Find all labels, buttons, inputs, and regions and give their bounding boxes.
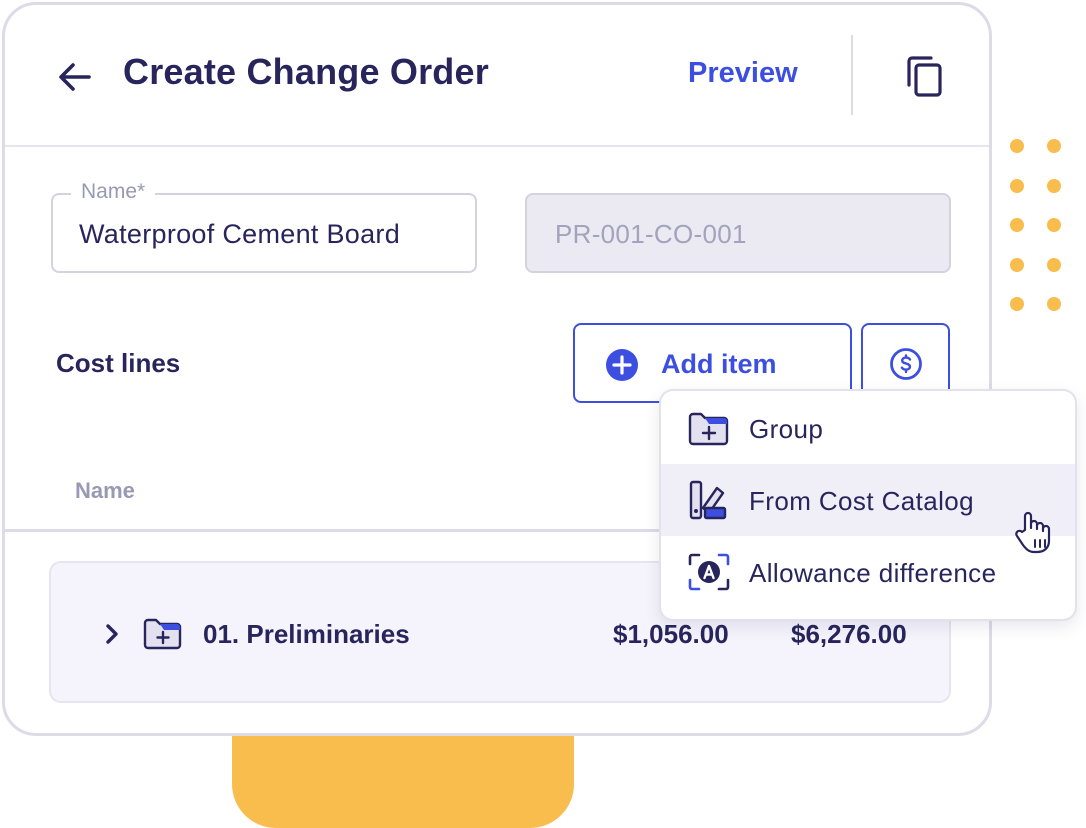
dollar-circle-icon — [890, 348, 922, 380]
copy-icon[interactable] — [905, 55, 945, 99]
arrow-left-icon[interactable] — [55, 57, 95, 97]
menu-item-from-cost-catalog-label: From Cost Catalog — [749, 486, 974, 516]
preview-link[interactable]: Preview — [688, 57, 798, 90]
cost-catalog-icon — [689, 480, 727, 520]
folder-plus-icon — [688, 412, 729, 446]
allowance-icon — [688, 553, 730, 591]
change-order-card: Create Change Order Preview Name* Waterp… — [2, 2, 992, 736]
folder-plus-icon — [143, 618, 182, 650]
change-order-code-value: PR-001-CO-001 — [555, 219, 747, 249]
group-amount-2: $6,276.00 — [791, 619, 907, 649]
chevron-right-icon[interactable] — [101, 621, 123, 647]
change-order-code-field: PR-001-CO-001 — [525, 193, 951, 273]
name-field[interactable]: Name* Waterproof Cement Board — [51, 180, 477, 273]
page-title: Create Change Order — [123, 51, 489, 92]
header-divider — [851, 35, 853, 115]
menu-item-group-label: Group — [749, 414, 824, 444]
column-header-name[interactable]: Name — [75, 478, 135, 504]
group-amount-1: $1,056.00 — [613, 619, 729, 649]
group-name: 01. Preliminaries — [203, 619, 410, 649]
card-header: Create Change Order Preview — [5, 5, 989, 147]
add-item-label: Add item — [661, 349, 777, 379]
name-field-value[interactable]: Waterproof Cement Board — [79, 219, 400, 250]
menu-item-group[interactable]: Group — [661, 392, 1075, 464]
add-item-dropdown-menu: Group From Cost Catalog Allowance differ… — [659, 389, 1077, 621]
menu-item-allowance-difference-label: Allowance difference — [749, 558, 997, 588]
plus-circle-icon — [606, 349, 638, 381]
hand-pointer-cursor-icon — [1015, 511, 1051, 554]
name-field-label: Name* — [71, 180, 156, 204]
cost-lines-heading: Cost lines — [56, 348, 181, 378]
